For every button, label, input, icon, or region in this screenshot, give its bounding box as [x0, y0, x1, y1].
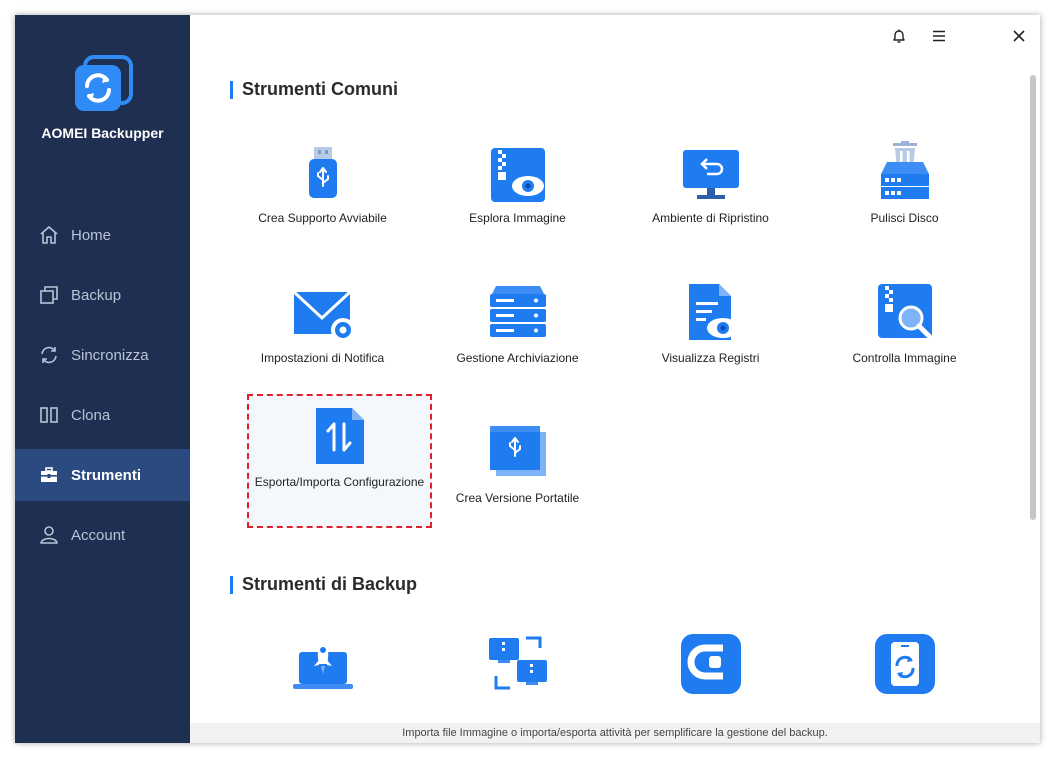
- app-name: AOMEI Backupper: [41, 125, 164, 141]
- toolbox-icon: [38, 464, 60, 486]
- status-bar: Importa file Immagine o importa/esporta …: [190, 723, 1040, 743]
- backup-icon: [38, 284, 60, 306]
- tool-notification-settings[interactable]: Impostazioni di Notifica: [230, 270, 415, 404]
- tool-label: Pulisci Disco: [870, 211, 939, 225]
- sidebar-item-clone[interactable]: Clona: [15, 389, 190, 441]
- rocket-laptop-icon: [293, 638, 353, 689]
- storage-server-icon: [490, 286, 546, 337]
- app-window: AOMEI Backupper Home Backup Sincronizza: [15, 15, 1040, 743]
- sidebar-item-backup[interactable]: Backup: [15, 269, 190, 321]
- home-icon: [38, 224, 60, 246]
- sidebar-item-label: Clona: [71, 406, 111, 424]
- sidebar-item-home[interactable]: Home: [15, 209, 190, 261]
- sidebar-item-label: Strumenti: [71, 466, 142, 484]
- recovery-monitor-icon: [683, 150, 739, 199]
- tool-check-image[interactable]: Controlla Immagine: [812, 270, 997, 404]
- tool-label: Crea Versione Portatile: [455, 491, 580, 505]
- tool-label: Crea Supporto Avviabile: [258, 211, 387, 225]
- tool-label: Controlla Immagine: [852, 351, 957, 365]
- sidebar-item-account[interactable]: Account: [15, 509, 190, 561]
- sidebar-item-sync[interactable]: Sincronizza: [15, 329, 190, 381]
- tool-backup-tool-2[interactable]: [425, 620, 610, 723]
- notification-mail-icon: [292, 290, 355, 342]
- cbt-icon: [681, 634, 741, 694]
- tool-create-portable-version[interactable]: Crea Versione Portatile: [425, 410, 610, 544]
- tool-label: Esporta/Importa Configurazione: [254, 475, 425, 489]
- sidebar-item-tools[interactable]: Strumenti: [15, 449, 190, 501]
- usb-drive-icon: [309, 147, 337, 198]
- sidebar-item-label: Sincronizza: [71, 346, 149, 364]
- sidebar-item-label: Account: [71, 526, 126, 544]
- sync-icon: [38, 344, 60, 366]
- check-image-icon: [878, 284, 932, 339]
- tool-backup-tool-4[interactable]: [812, 620, 997, 723]
- tool-storage-management[interactable]: Gestione Archiviazione: [425, 270, 610, 404]
- sidebar-item-label: Backup: [71, 286, 122, 304]
- tool-label: Ambiente di Ripristino: [652, 211, 769, 225]
- tool-wipe-disk[interactable]: Pulisci Disco: [812, 130, 997, 264]
- phone-sync-icon: [875, 634, 935, 694]
- tool-explore-image[interactable]: Esplora Immagine: [425, 130, 610, 264]
- section-title-common-tools: Strumenti Comuni: [230, 79, 398, 100]
- aomei-logo-icon: [75, 55, 133, 111]
- tool-label: Visualizza Registri: [661, 351, 760, 365]
- tool-label: Gestione Archiviazione: [456, 351, 579, 365]
- tool-label: Impostazioni di Notifica: [260, 351, 385, 365]
- export-import-icon: [316, 408, 364, 464]
- vertical-scrollbar[interactable]: [1030, 75, 1036, 520]
- tool-recovery-environment[interactable]: Ambiente di Ripristino: [618, 130, 803, 264]
- portable-version-icon: [490, 426, 546, 476]
- section-title-backup-tools: Strumenti di Backup: [230, 574, 417, 595]
- view-logs-icon: [689, 284, 739, 340]
- main-content: Strumenti Comuni Crea Supporto Avviabile…: [190, 15, 1040, 723]
- tool-backup-tool-1[interactable]: [230, 620, 415, 723]
- sidebar: AOMEI Backupper Home Backup Sincronizza: [15, 15, 190, 743]
- transfer-computers-icon: [489, 636, 547, 690]
- wipe-disk-icon: [881, 141, 929, 199]
- clone-icon: [38, 404, 60, 426]
- tool-label: Esplora Immagine: [469, 211, 566, 225]
- tool-create-bootable-media[interactable]: Crea Supporto Avviabile: [230, 130, 415, 264]
- explore-image-icon: [491, 148, 545, 202]
- tool-backup-tool-3[interactable]: [618, 620, 803, 723]
- user-icon: [38, 524, 60, 546]
- tool-export-import-config[interactable]: Esporta/Importa Configurazione: [247, 394, 432, 528]
- tool-view-logs[interactable]: Visualizza Registri: [618, 270, 803, 404]
- sidebar-item-label: Home: [71, 226, 112, 244]
